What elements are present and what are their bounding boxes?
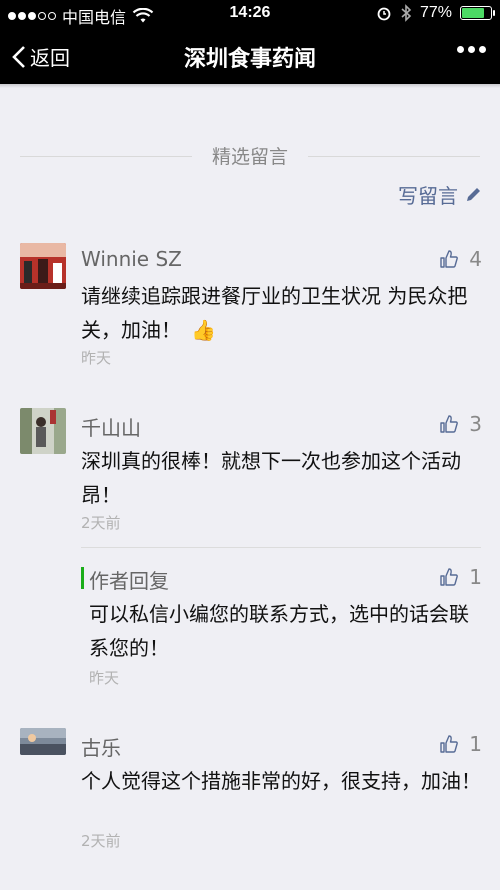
comment-item: 古乐 1 个人觉得这个措施非常的好，很支持，加油！ 2天前	[20, 728, 482, 858]
like-button[interactable]: 3	[439, 412, 482, 436]
like-button[interactable]: 1	[439, 732, 482, 756]
more-options-button[interactable]	[457, 46, 486, 53]
comment-time: 2天前	[81, 832, 121, 850]
avatar[interactable]	[20, 728, 66, 755]
write-comment-button[interactable]: 写留言	[398, 180, 482, 209]
comment-item: Winnie SZ 4 请继续追踪跟进餐厅业的卫生状况 为民众把关，加油！ 👍 …	[20, 243, 482, 373]
write-comment-label: 写留言	[398, 184, 458, 208]
comment-text: 请继续追踪跟进餐厅业的卫生状况 为民众把关，加油！ 👍	[81, 279, 481, 347]
thumbs-up-icon	[440, 250, 459, 268]
section-header: 精选留言	[20, 140, 480, 170]
like-count: 4	[469, 247, 482, 271]
author-reply: 作者回复 1 可以私信小编您的联系方式，选中的话会联系您的！ 昨天	[81, 563, 482, 693]
bluetooth-icon	[401, 4, 412, 22]
comment-text: 深圳真的很棒！就想下一次也参加这个活动昂！	[81, 449, 461, 507]
divider-line	[308, 156, 480, 157]
comment-text: 个人觉得这个措施非常的好，很支持，加油！	[81, 769, 481, 793]
battery-percent: 77%	[419, 4, 452, 21]
avatar[interactable]	[20, 408, 66, 454]
author-reply-marker	[81, 567, 84, 589]
like-button[interactable]: 1	[439, 565, 482, 589]
pencil-icon	[467, 187, 480, 201]
like-button[interactable]: 4	[439, 247, 482, 271]
alarm-icon	[377, 7, 391, 21]
commenter-name: 千山山	[81, 416, 141, 440]
nav-bar: 返回 深圳食事药闻	[0, 28, 500, 84]
comment-time: 2天前	[81, 514, 121, 532]
nav-shadow	[0, 84, 500, 88]
comment-item: 千山山 3 深圳真的很棒！就想下一次也参加这个活动昂！ 2天前	[20, 408, 482, 538]
thumbs-up-emoji: 👍	[191, 318, 217, 342]
battery-icon	[460, 6, 495, 20]
like-count: 1	[469, 732, 482, 756]
reply-time: 昨天	[89, 669, 120, 687]
like-count: 3	[469, 412, 482, 436]
comment-body: 请继续追踪跟进餐厅业的卫生状况 为民众把关，加油！	[81, 284, 468, 342]
page-title: 深圳食事药闻	[183, 47, 316, 72]
thumbs-up-icon	[440, 568, 459, 586]
commenter-name: Winnie SZ	[81, 247, 182, 271]
status-bar: 中国电信 14:26 77%	[0, 0, 500, 28]
thumbs-up-icon	[440, 735, 459, 753]
thumbs-up-icon	[440, 415, 459, 433]
comment-time: 昨天	[81, 349, 112, 367]
commenter-name: 古乐	[81, 736, 121, 760]
avatar[interactable]	[20, 243, 66, 289]
status-icons: 77%	[376, 4, 495, 22]
author-reply-label: 作者回复	[89, 569, 169, 593]
reply-text: 可以私信小编您的联系方式，选中的话会联系您的！	[89, 602, 469, 660]
reply-divider	[81, 547, 481, 548]
like-count: 1	[469, 565, 482, 589]
